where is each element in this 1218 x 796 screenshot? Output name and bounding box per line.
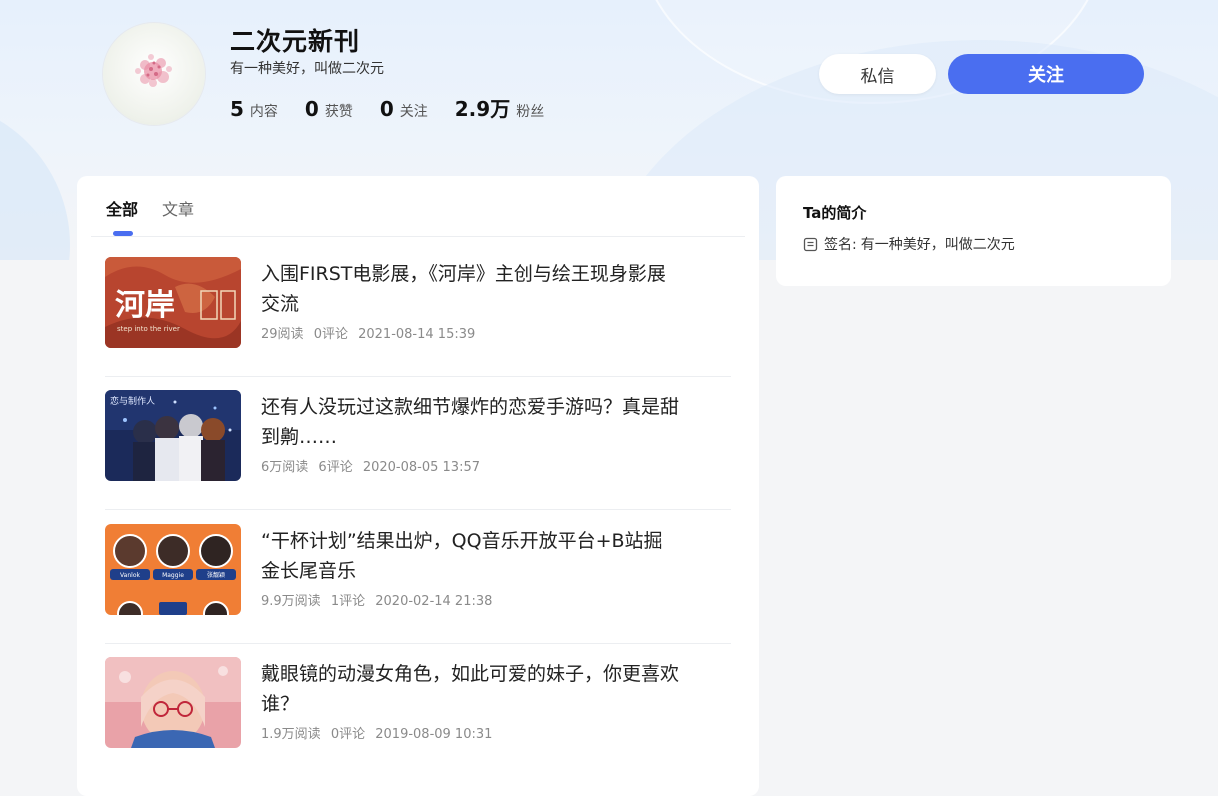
article-reads: 29阅读 (261, 327, 304, 342)
game-logo-text: 恋与制作人 (110, 395, 155, 407)
profile-name: 二次元新刊 (230, 27, 361, 56)
content-tabs: 全部 文章 (91, 176, 745, 237)
signature-value: 有一种美好，叫做二次元 (860, 237, 1015, 253)
stat-number: 5 (230, 97, 244, 121)
profile-stats: 5 内容 0 获赞 0 关注 2.9万 粉丝 (230, 93, 571, 122)
intro-title: Ta的简介 (803, 204, 867, 222)
article-reads: 9.9万阅读 (261, 594, 321, 609)
article-comments: 0评论 (330, 727, 366, 742)
article-thumbnail[interactable] (105, 657, 241, 748)
article-reads: 1.9万阅读 (261, 727, 321, 742)
article-comments: 1评论 (330, 594, 366, 609)
article-date: 2021-08-14 15:39 (358, 327, 476, 342)
article-date: 2020-02-14 21:38 (375, 594, 493, 609)
article-meta: 29阅读 0评论 2021-08-14 15:39 (261, 323, 481, 342)
article-comments: 6评论 (318, 460, 353, 475)
stat-number: 0 (379, 97, 394, 121)
article-title[interactable]: 戴眼镜的动漫女角色，如此可爱的妹子，你更喜欢谁？ (261, 659, 681, 719)
poster-title-text: 河岸 (115, 288, 175, 323)
stat-fans[interactable]: 2.9万 粉丝 (455, 93, 544, 122)
stat-label: 粉丝 (516, 104, 545, 120)
article-comments: 0评论 (313, 327, 348, 342)
article-item[interactable]: 河岸 step into the river 入围FIRST电影展，《河岸》主创… (105, 243, 731, 377)
article-thumbnail[interactable]: 河岸 step into the river (105, 257, 241, 348)
article-thumbnail[interactable]: Vanlok Maggie 张靓颖 (105, 524, 241, 615)
article-reads: 6万阅读 (261, 460, 309, 475)
intro-signature: 签名: 有一种美好，叫做二次元 (803, 234, 1015, 254)
follow-button[interactable]: 关注 (948, 54, 1144, 94)
movie-poster-image: 河岸 step into the river (105, 257, 241, 348)
signature-label: 签名: (824, 237, 857, 253)
message-button[interactable]: 私信 (819, 54, 936, 94)
profile-header: 二次元新刊 有一种美好，叫做二次元 5 内容 0 获赞 0 关注 2.9万 粉丝… (0, 0, 1218, 160)
musician-name-text: 张靓颖 (207, 571, 225, 579)
musician-name-text: Vanlok (120, 572, 140, 579)
content-card: 全部 文章 河岸 step into the river 入围FIRST电影展，… (77, 176, 759, 796)
game-characters-image: 恋与制作人 (105, 390, 241, 481)
stat-number: 2.9万 (454, 97, 511, 121)
article-title[interactable]: “干杯计划”结果出炉，QQ音乐开放平台+B站掘金长尾音乐 (261, 526, 681, 586)
musician-name-text: Maggie (162, 572, 184, 579)
stat-likes[interactable]: 0 获赞 (305, 97, 353, 121)
article-item[interactable]: 恋与制作人 还有人没玩过这款细节爆炸的恋爱手游吗？真是甜到齁…… 6万阅读 6评… (105, 376, 731, 510)
stat-number: 0 (304, 97, 319, 121)
article-meta: 6万阅读 6评论 2020-08-05 13:57 (261, 456, 486, 475)
profile-signature: 有一种美好，叫做二次元 (230, 61, 384, 77)
stat-label: 内容 (249, 104, 278, 120)
active-tab-indicator (113, 231, 133, 236)
document-icon (803, 237, 818, 251)
tab-articles[interactable]: 文章 (162, 196, 194, 220)
stat-label: 关注 (399, 104, 428, 120)
article-title[interactable]: 还有人没玩过这款细节爆炸的恋爱手游吗？真是甜到齁…… (261, 392, 681, 452)
avatar-flower-image (135, 54, 172, 87)
article-date: 2019-08-09 10:31 (375, 727, 493, 742)
avatar[interactable] (103, 23, 205, 125)
article-thumbnail[interactable]: 恋与制作人 (105, 390, 241, 481)
intro-card: Ta的简介 签名: 有一种美好，叫做二次元 (776, 176, 1171, 286)
tab-all[interactable]: 全部 (106, 196, 138, 220)
musicians-collage-image: Vanlok Maggie 张靓颖 (105, 524, 241, 615)
anime-girl-glasses-image (105, 657, 241, 748)
article-item[interactable]: Vanlok Maggie 张靓颖 “干杯计划”结果出炉，QQ音乐开放平台+B站… (105, 510, 731, 644)
article-date: 2020-08-05 13:57 (362, 460, 480, 475)
poster-subtitle-text: step into the river (117, 325, 180, 333)
article-meta: 9.9万阅读 1评论 2020-02-14 21:38 (261, 590, 498, 609)
stat-content[interactable]: 5 内容 (230, 97, 278, 121)
stat-following[interactable]: 0 关注 (380, 97, 428, 121)
article-title[interactable]: 入围FIRST电影展，《河岸》主创与绘王现身影展交流 (261, 259, 681, 319)
stat-label: 获赞 (324, 104, 353, 120)
article-meta: 1.9万阅读 0评论 2019-08-09 10:31 (261, 723, 498, 742)
article-item[interactable]: 戴眼镜的动漫女角色，如此可爱的妹子，你更喜欢谁？ 1.9万阅读 0评论 2019… (105, 643, 731, 776)
